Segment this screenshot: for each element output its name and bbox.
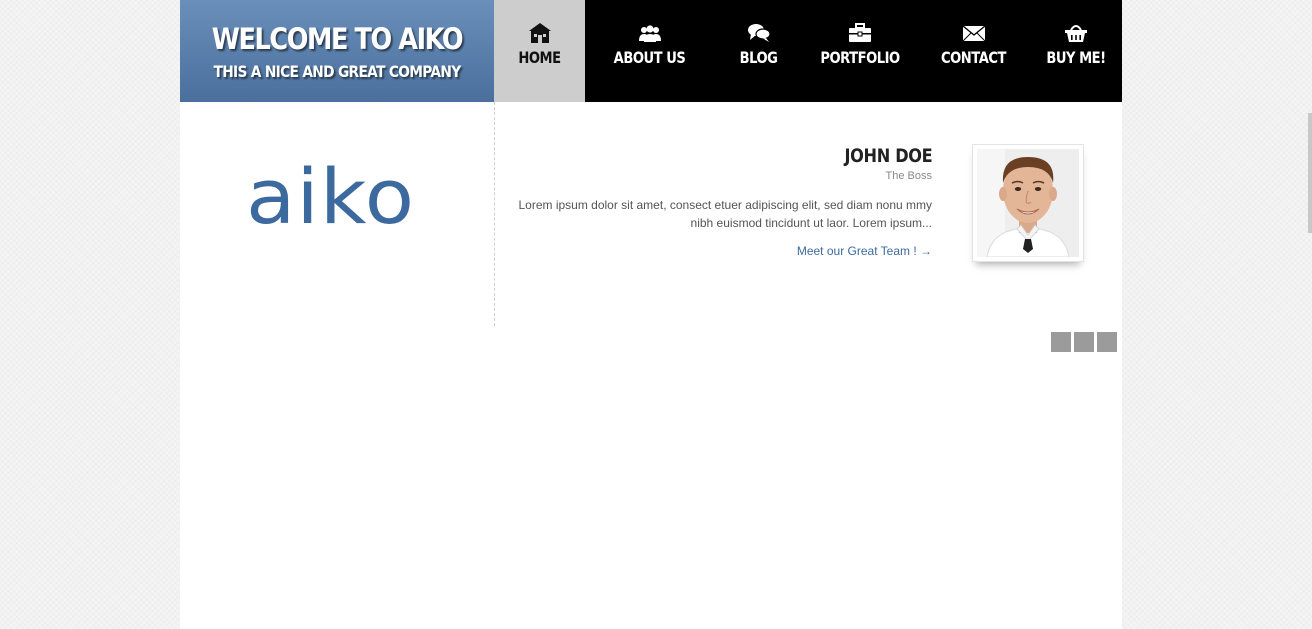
meet-team-link[interactable]: Meet our Great Team ! → bbox=[797, 243, 932, 259]
nav-label-blog: BLOG bbox=[739, 48, 778, 67]
person-portrait-image bbox=[977, 149, 1079, 257]
nav-item-home[interactable]: HOME bbox=[494, 0, 585, 102]
welcome-banner: WELCOME TO AIKO THIS A NICE AND GREAT CO… bbox=[180, 0, 494, 102]
nav-item-about-us[interactable]: ABOUT US bbox=[585, 0, 714, 102]
page-container: WELCOME TO AIKO THIS A NICE AND GREAT CO… bbox=[180, 0, 1122, 629]
person-name: JOHN DOE bbox=[844, 145, 932, 167]
nav-label-buy-me: BUY ME! bbox=[1046, 48, 1106, 67]
slider-dot-1[interactable] bbox=[1051, 332, 1071, 352]
welcome-title: WELCOME TO AIKO bbox=[211, 22, 464, 56]
briefcase-icon bbox=[849, 23, 871, 42]
person-photo-frame bbox=[972, 144, 1084, 262]
home-icon bbox=[528, 23, 551, 43]
person-role: The Boss bbox=[885, 170, 932, 182]
logo-area: aiko bbox=[180, 102, 494, 326]
basket-icon bbox=[1065, 25, 1087, 42]
nav-label-contact: CONTACT bbox=[941, 48, 1006, 67]
envelope-icon bbox=[962, 25, 985, 42]
slider-dot-2[interactable] bbox=[1074, 332, 1094, 352]
person-description: Lorem ipsum dolor sit amet, consect etue… bbox=[518, 198, 932, 230]
scrollbar[interactable] bbox=[1308, 113, 1312, 233]
welcome-subtitle: THIS A NICE AND GREAT COMPANY bbox=[213, 62, 461, 81]
site-header: WELCOME TO AIKO THIS A NICE AND GREAT CO… bbox=[180, 0, 1122, 102]
nav-item-contact[interactable]: CONTACT bbox=[917, 0, 1030, 102]
nav-label-about-us: ABOUT US bbox=[613, 48, 686, 67]
nav-item-buy-me[interactable]: BUY ME! bbox=[1030, 0, 1122, 102]
users-icon bbox=[638, 25, 661, 42]
nav-item-blog[interactable]: BLOG bbox=[714, 0, 803, 102]
nav-label-home: HOME bbox=[518, 48, 561, 67]
vertical-divider bbox=[494, 102, 495, 326]
main-nav: HOME ABOUT US BLOG PORTFOLIO CONTACT BUY… bbox=[494, 0, 1122, 102]
chat-icon bbox=[747, 24, 771, 42]
person-photo bbox=[977, 149, 1079, 257]
aiko-logo[interactable]: aiko bbox=[246, 152, 415, 242]
slider-dot-3[interactable] bbox=[1097, 332, 1117, 352]
nav-label-portfolio: PORTFOLIO bbox=[820, 48, 900, 67]
nav-item-portfolio[interactable]: PORTFOLIO bbox=[803, 0, 917, 102]
